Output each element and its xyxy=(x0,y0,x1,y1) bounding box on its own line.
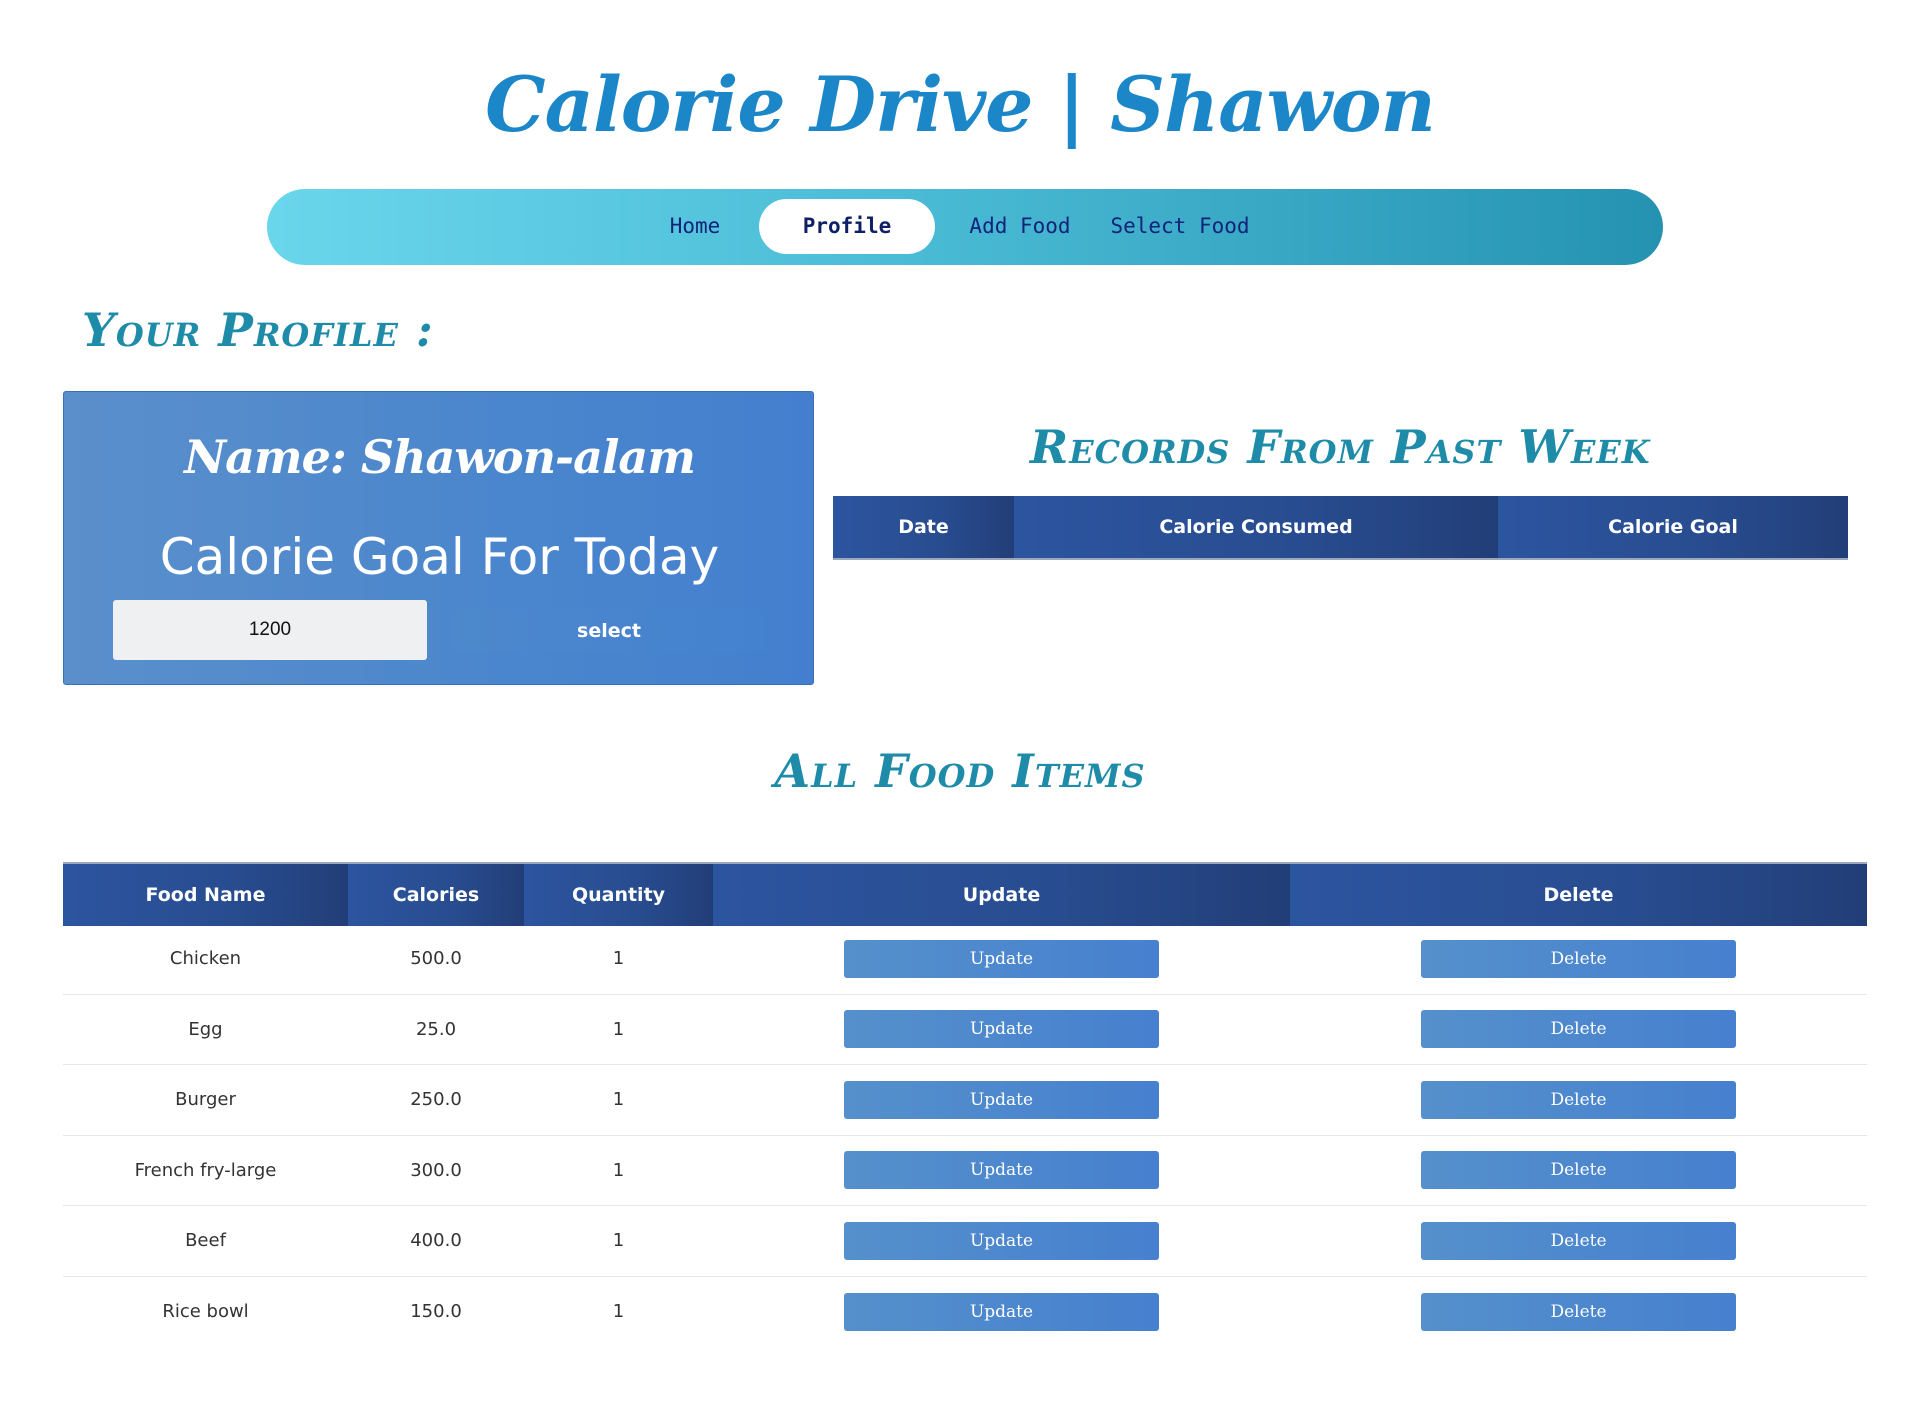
food-quantity: 1 xyxy=(612,1089,625,1111)
food-quantity: 1 xyxy=(612,1230,625,1252)
update-button[interactable]: Update xyxy=(844,939,1159,978)
calorie-goal-input[interactable] xyxy=(113,600,427,660)
table-row: Burger 250.0 1 Update Delete xyxy=(63,1065,1867,1136)
food-col-update: Update xyxy=(713,864,1290,926)
food-quantity: 1 xyxy=(612,1018,625,1040)
delete-button[interactable]: Delete xyxy=(1421,1010,1736,1049)
update-button[interactable]: Update xyxy=(844,1221,1159,1260)
food-name: French fry-large xyxy=(134,1159,277,1181)
select-goal-button[interactable]: select xyxy=(452,609,766,653)
food-name: Beef xyxy=(185,1230,226,1252)
food-col-calories: Calories xyxy=(348,864,524,926)
app-title: Calorie Drive | Shawon xyxy=(485,60,1436,149)
food-calories: 250.0 xyxy=(410,1089,462,1111)
food-name: Egg xyxy=(188,1018,223,1040)
food-quantity: 1 xyxy=(612,948,625,970)
nav-profile[interactable]: Profile xyxy=(759,199,935,254)
food-calories: 500.0 xyxy=(410,948,462,970)
update-button[interactable]: Update xyxy=(844,1292,1159,1331)
records-heading: Records From Past Week xyxy=(1030,420,1651,474)
table-row: Chicken 500.0 1 Update Delete xyxy=(63,924,1867,995)
food-quantity: 1 xyxy=(612,1301,625,1323)
food-table-header: Food Name Calories Quantity Update Delet… xyxy=(63,862,1867,926)
food-calories: 150.0 xyxy=(410,1301,462,1323)
delete-button[interactable]: Delete xyxy=(1421,1151,1736,1190)
food-calories: 300.0 xyxy=(410,1159,462,1181)
records-col-calorie-goal: Calorie Goal xyxy=(1498,496,1848,558)
food-col-delete: Delete xyxy=(1290,864,1867,926)
update-button[interactable]: Update xyxy=(844,1010,1159,1049)
food-col-quantity: Quantity xyxy=(524,864,713,926)
table-row: Egg 25.0 1 Update Delete xyxy=(63,995,1867,1065)
table-row: Rice bowl 150.0 1 Update Delete xyxy=(63,1277,1867,1348)
profile-heading: Your Profile : xyxy=(82,303,434,357)
records-col-calorie-consumed: Calorie Consumed xyxy=(1014,496,1498,558)
food-name: Burger xyxy=(175,1089,236,1111)
records-table-header: Date Calorie Consumed Calorie Goal xyxy=(833,496,1848,560)
nav-add-food[interactable]: Add Food xyxy=(955,199,1085,254)
nav-home[interactable]: Home xyxy=(639,199,751,254)
table-row: Beef 400.0 1 Update Delete xyxy=(63,1206,1867,1277)
food-name: Chicken xyxy=(169,948,242,970)
nav-select-food[interactable]: Select Food xyxy=(1095,199,1265,254)
food-name: Rice bowl xyxy=(162,1301,249,1323)
food-heading: All Food Items xyxy=(774,744,1146,798)
records-col-date: Date xyxy=(833,496,1014,558)
delete-button[interactable]: Delete xyxy=(1421,1292,1736,1331)
delete-button[interactable]: Delete xyxy=(1421,1221,1736,1260)
main-navbar: Home Profile Add Food Select Food xyxy=(267,189,1663,265)
food-calories: 25.0 xyxy=(415,1018,457,1040)
delete-button[interactable]: Delete xyxy=(1421,939,1736,978)
profile-card: Name: Shawon-alam Calorie Goal For Today… xyxy=(63,391,814,685)
food-col-name: Food Name xyxy=(63,864,348,926)
calorie-goal-label: Calorie Goal For Today xyxy=(159,528,720,586)
food-quantity: 1 xyxy=(612,1159,625,1181)
update-button[interactable]: Update xyxy=(844,1151,1159,1190)
update-button[interactable]: Update xyxy=(844,1080,1159,1119)
food-table: Food Name Calories Quantity Update Delet… xyxy=(63,862,1867,1347)
table-row: French fry-large 300.0 1 Update Delete xyxy=(63,1136,1867,1206)
profile-name: Name: Shawon-alam xyxy=(184,430,696,484)
delete-button[interactable]: Delete xyxy=(1421,1080,1736,1119)
food-calories: 400.0 xyxy=(410,1230,462,1252)
